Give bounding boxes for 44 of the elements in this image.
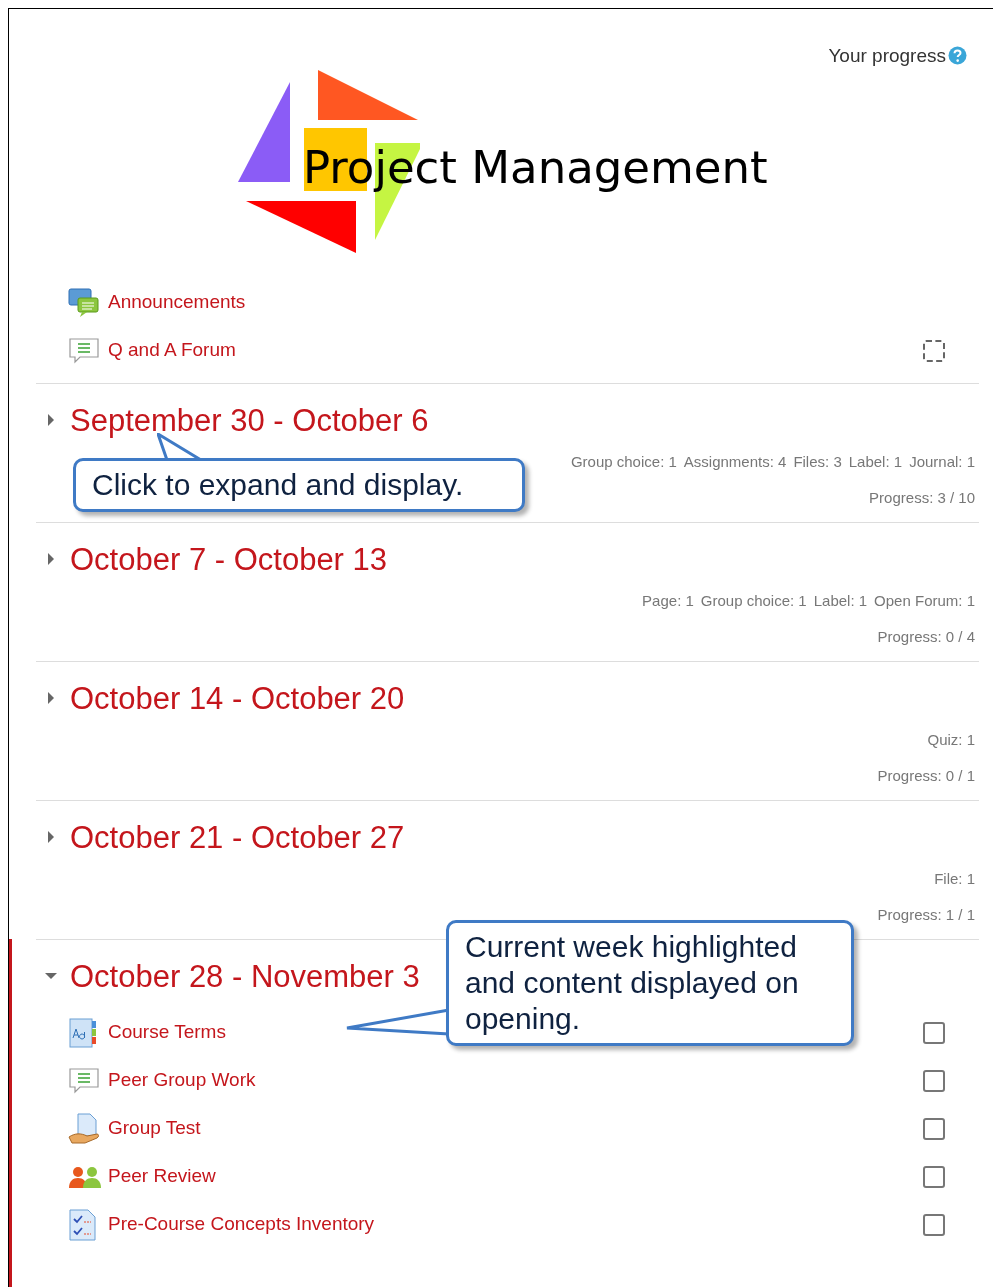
speech-bubble-icon: [68, 1066, 100, 1095]
completion-checkbox[interactable]: [923, 1165, 945, 1188]
activity-link[interactable]: Q and A Forum: [108, 336, 236, 365]
hand-with-document-icon: [68, 1112, 102, 1145]
auto-completion-icon: [923, 339, 945, 362]
section-title[interactable]: October 7 - October 13: [70, 540, 388, 578]
section-title[interactable]: October 21 - October 27: [70, 818, 405, 856]
people-icon: [68, 1164, 102, 1189]
callout-text: Click to expand and display.: [92, 467, 465, 503]
activity-link[interactable]: Pre-Course Concepts Inventory: [108, 1210, 375, 1239]
callout-text: Current week highlighted and content displayed on opening.: [465, 929, 800, 1037]
activity-count: Page: 1: [642, 590, 694, 611]
activity-count: Group choice: 1: [570, 451, 677, 472]
section-progress: Progress: 0 / 4: [877, 627, 975, 648]
activity-count: Label: 1: [813, 590, 868, 611]
chat-bubbles-icon: [68, 287, 100, 318]
completion-checkbox[interactable]: [923, 1069, 945, 1092]
activity-link[interactable]: Group Test: [108, 1114, 201, 1143]
activity-link[interactable]: Course Terms: [108, 1018, 226, 1047]
section-progress: Progress: 1 / 1: [877, 905, 975, 926]
section-title[interactable]: October 28 - November 3: [70, 957, 420, 995]
activity-count: Group choice: 1: [700, 590, 807, 611]
activity-count: Files: 3: [793, 451, 842, 472]
activity-count: Label: 1: [848, 451, 903, 472]
activity-link[interactable]: Peer Review: [108, 1162, 216, 1191]
activity-count: Quiz: 1: [927, 729, 975, 750]
completion-checkbox[interactable]: [923, 1021, 945, 1044]
section-title[interactable]: October 14 - October 20: [70, 679, 405, 717]
progress-label: Your progress: [828, 44, 946, 68]
activity-count: Open Forum: 1: [874, 590, 975, 611]
section-title[interactable]: September 30 - October 6: [70, 401, 429, 439]
activity-count: File: 1: [934, 868, 975, 889]
dictionary-icon: [68, 1016, 98, 1049]
completion-checkbox[interactable]: [923, 1117, 945, 1140]
section-progress: Progress: 0 / 1: [877, 766, 975, 787]
activity-link[interactable]: Peer Group Work: [108, 1066, 256, 1095]
help-icon[interactable]: [948, 46, 967, 65]
activity-count: Journal: 1: [909, 451, 975, 472]
checklist-icon: [68, 1208, 98, 1241]
completion-checkbox[interactable]: [923, 1213, 945, 1236]
activity-link[interactable]: Announcements: [108, 288, 246, 317]
speech-bubble-icon: [68, 336, 100, 365]
section-progress: Progress: 3 / 10: [869, 488, 975, 509]
activity-count: Assignments: 4: [683, 451, 787, 472]
